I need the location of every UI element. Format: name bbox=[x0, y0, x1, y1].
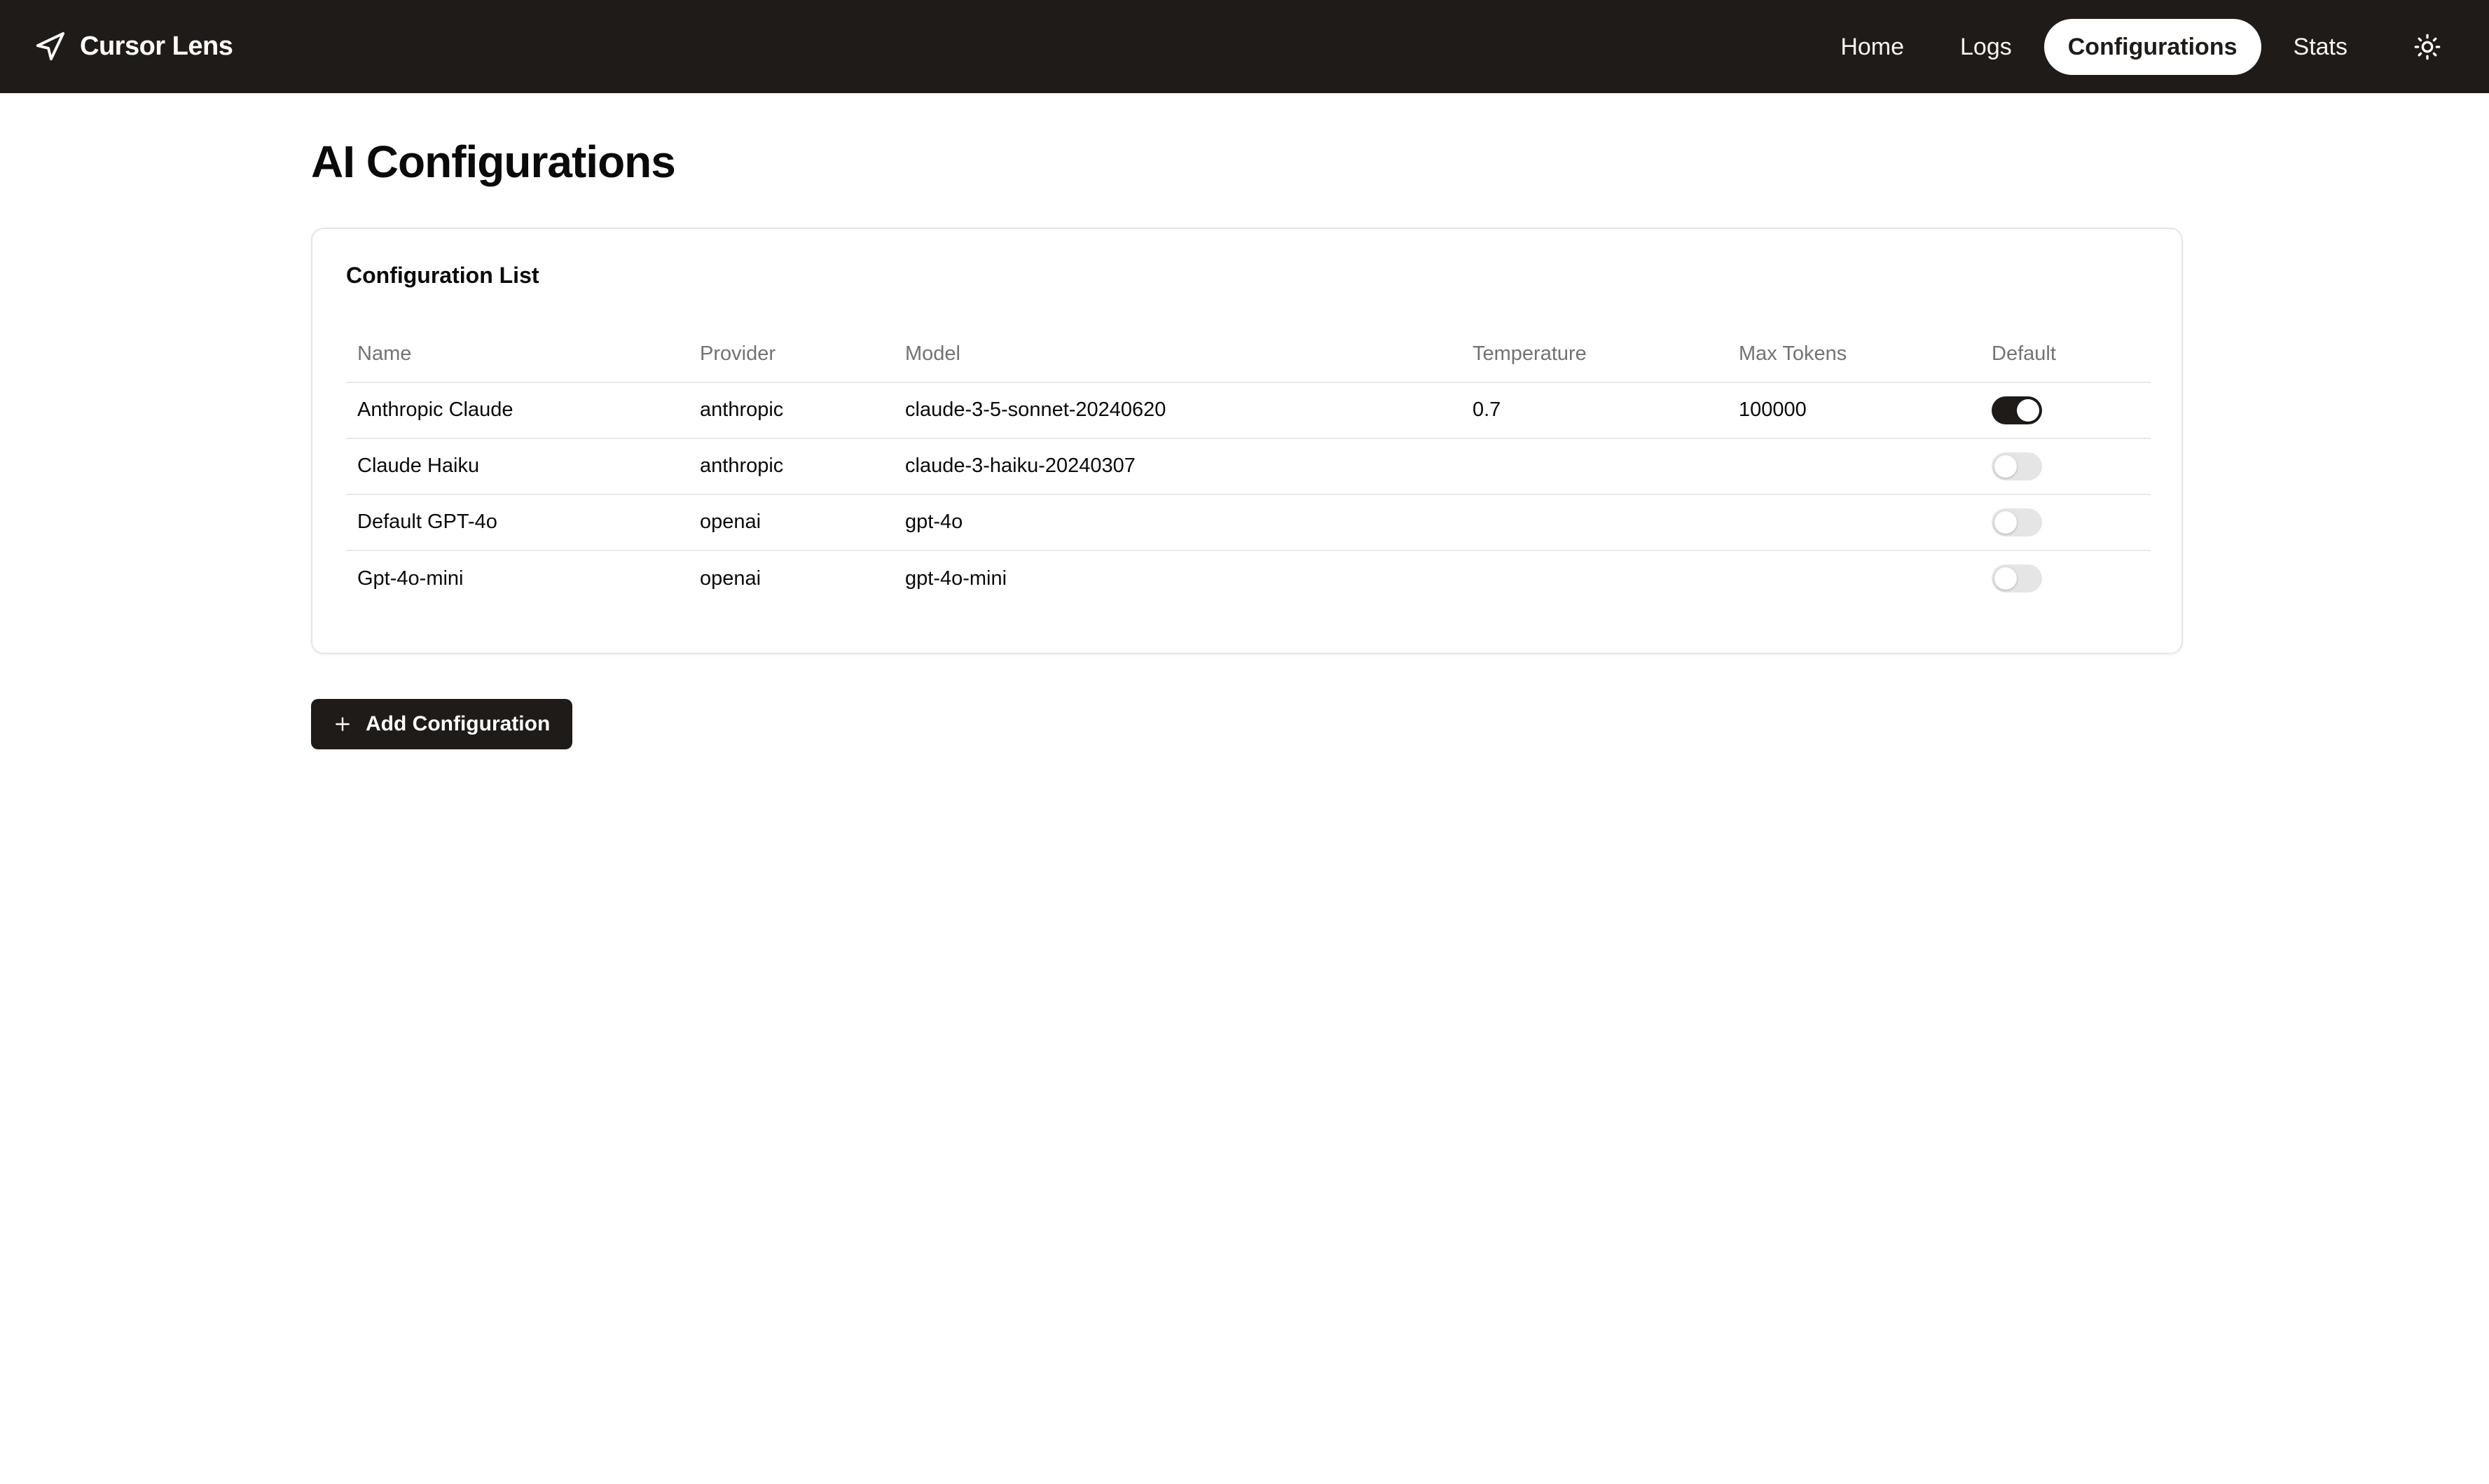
column-header-max-tokens: Max Tokens bbox=[1728, 326, 1980, 383]
default-toggle[interactable] bbox=[1992, 452, 2042, 480]
cell-default bbox=[1980, 494, 2151, 551]
column-header-temperature: Temperature bbox=[1461, 326, 1728, 383]
cell-model: claude-3-5-sonnet-20240620 bbox=[894, 382, 1461, 439]
column-header-name: Name bbox=[346, 326, 689, 383]
cell-default bbox=[1980, 382, 2151, 439]
column-header-provider: Provider bbox=[689, 326, 894, 383]
cell-temperature bbox=[1461, 494, 1728, 551]
add-configuration-button[interactable]: Add Configuration bbox=[311, 698, 573, 749]
cell-max-tokens: 100000 bbox=[1728, 382, 1980, 439]
cell-default bbox=[1980, 438, 2151, 495]
cell-provider: anthropic bbox=[689, 382, 894, 439]
cell-name: Anthropic Claude bbox=[346, 382, 689, 439]
cell-max-tokens bbox=[1728, 494, 1980, 551]
cell-temperature bbox=[1461, 438, 1728, 495]
toggle-knob bbox=[1994, 455, 2017, 478]
configuration-list-card: Configuration List Name Provider Model T… bbox=[311, 227, 2183, 654]
theme-toggle-button[interactable] bbox=[2399, 19, 2455, 75]
table-row[interactable]: Gpt-4o-mini openai gpt-4o-mini bbox=[346, 550, 2151, 606]
cell-max-tokens bbox=[1728, 438, 1980, 495]
cell-name: Default GPT-4o bbox=[346, 494, 689, 551]
page-title: AI Configurations bbox=[311, 137, 676, 187]
brand-name: Cursor Lens bbox=[80, 32, 233, 61]
cell-max-tokens bbox=[1728, 550, 1980, 606]
cell-temperature: 0.7 bbox=[1461, 382, 1728, 439]
cell-name: Claude Haiku bbox=[346, 438, 689, 495]
default-toggle[interactable] bbox=[1992, 508, 2042, 536]
main-nav: Home Logs Configurations Stats bbox=[1816, 18, 2455, 75]
nav-item-configurations[interactable]: Configurations bbox=[2043, 18, 2261, 75]
table-header-row: Name Provider Model Temperature Max Toke… bbox=[346, 326, 2151, 383]
toggle-knob bbox=[2017, 398, 2039, 422]
brand[interactable]: Cursor Lens bbox=[34, 31, 233, 63]
cell-provider: anthropic bbox=[689, 438, 894, 495]
column-header-default: Default bbox=[1980, 326, 2151, 383]
plus-icon bbox=[336, 716, 350, 731]
cell-temperature bbox=[1461, 550, 1728, 606]
cell-model: gpt-4o-mini bbox=[905, 567, 1007, 590]
navigation-arrow-icon bbox=[36, 32, 65, 60]
top-navbar: Cursor Lens Home Logs Configurations Sta… bbox=[0, 0, 2489, 93]
toggle-knob bbox=[1994, 567, 2017, 590]
cell-model: claude-3-haiku-20240307 bbox=[894, 438, 1461, 495]
default-toggle[interactable] bbox=[1992, 564, 2042, 593]
nav-item-logs[interactable]: Logs bbox=[1936, 19, 2036, 75]
table-row[interactable]: Claude Haiku anthropic claude-3-haiku-20… bbox=[346, 438, 2151, 495]
column-header-model: Model bbox=[894, 326, 1461, 383]
sun-icon bbox=[2414, 34, 2441, 60]
nav-item-home[interactable]: Home bbox=[1816, 19, 1928, 75]
card-title: Configuration List bbox=[346, 262, 539, 288]
add-configuration-label: Add Configuration bbox=[366, 712, 551, 735]
cell-provider: openai bbox=[700, 567, 761, 590]
nav-item-stats[interactable]: Stats bbox=[2270, 19, 2371, 75]
cell-default bbox=[1980, 550, 2151, 606]
cell-provider: openai bbox=[689, 494, 894, 551]
table-row[interactable]: Default GPT-4o openai gpt-4o bbox=[346, 494, 2151, 551]
main-content: AI Configurations Configuration List Nam… bbox=[311, 93, 2183, 749]
toggle-knob bbox=[1994, 511, 2017, 534]
cell-name: Gpt-4o-mini bbox=[357, 567, 464, 590]
cell-model: gpt-4o bbox=[894, 494, 1461, 551]
table-row[interactable]: Anthropic Claude anthropic claude-3-5-so… bbox=[346, 382, 2151, 439]
default-toggle[interactable] bbox=[1992, 396, 2042, 424]
configuration-table: Name Provider Model Temperature Max Toke… bbox=[346, 326, 2151, 606]
